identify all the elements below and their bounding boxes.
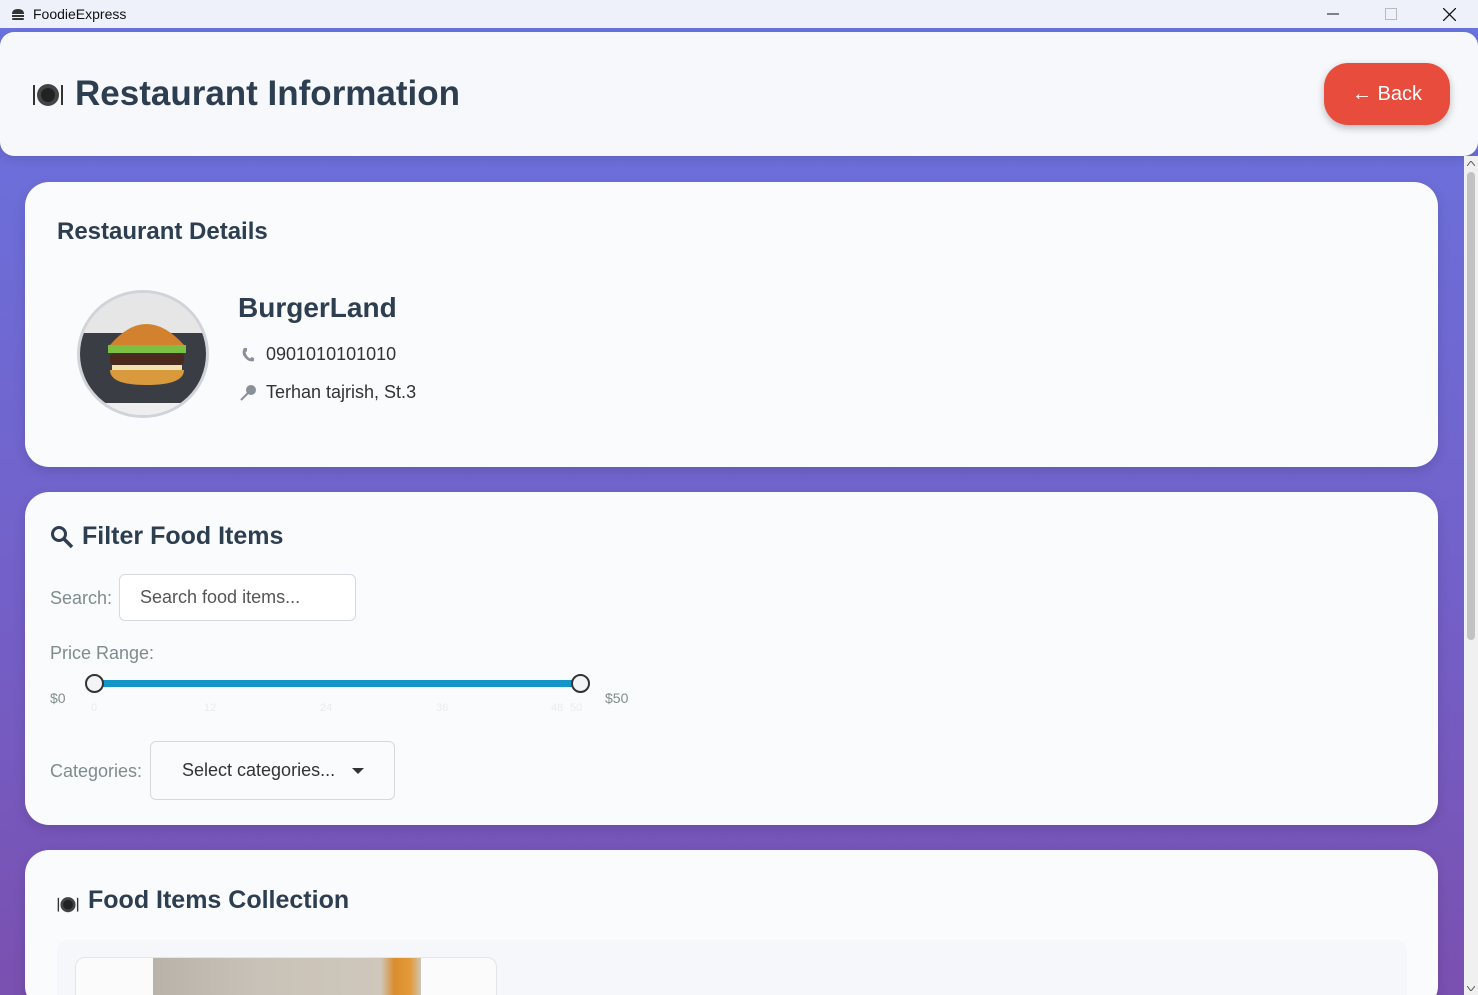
page-title: Restaurant Information (75, 74, 461, 113)
food-items-card: Food Items Collection (25, 850, 1438, 995)
close-icon (1442, 7, 1456, 21)
window-titlebar: FoodieExpress (0, 0, 1478, 28)
restaurant-address: Terhan tajrish, St.3 (266, 382, 417, 402)
scroll-down-arrow-icon[interactable] (1464, 981, 1478, 995)
slider-tick-label: 24 (320, 702, 333, 714)
location-pin-icon (239, 384, 257, 402)
magnifier-icon (50, 525, 74, 549)
items-section-title: Food Items Collection (88, 886, 350, 914)
price-range-label: Price Range: (50, 643, 155, 663)
minimize-button[interactable] (1304, 0, 1362, 28)
page-header: Restaurant Information ← Back (0, 32, 1478, 156)
price-max-label: $50 (605, 690, 629, 706)
price-min-handle[interactable] (85, 674, 104, 693)
phone-icon (239, 346, 257, 364)
restaurant-phone: 0901010101010 (266, 344, 397, 364)
categories-select[interactable]: Select categories... (150, 741, 395, 800)
window-controls (1304, 0, 1478, 28)
filter-card: Filter Food Items Search: Price Range: $… (25, 492, 1438, 825)
details-section-title: Restaurant Details (57, 218, 268, 245)
chevron-down-icon (352, 768, 364, 774)
food-item-card[interactable] (75, 957, 497, 995)
phone-row: 0901010101010 (239, 344, 396, 365)
burger-image (80, 293, 206, 415)
maximize-button[interactable] (1362, 0, 1420, 28)
scroll-thumb[interactable] (1467, 172, 1475, 640)
categories-select-value: Select categories... (182, 760, 336, 780)
burger-icon (11, 7, 25, 21)
slider-tick-label: 12 (204, 702, 217, 714)
restaurant-details-card: Restaurant Details BurgerLand 0901010101… (25, 182, 1438, 467)
minimize-icon (1327, 13, 1339, 15)
restaurant-name: BurgerLand (238, 292, 397, 323)
search-label: Search: (50, 588, 113, 608)
filter-section-title-group: Filter Food Items (50, 522, 283, 551)
page-title-group: Restaurant Information (32, 74, 460, 114)
vertical-scrollbar[interactable] (1464, 156, 1478, 995)
price-max-handle[interactable] (571, 674, 590, 693)
slider-tick-label: 36 (436, 702, 449, 714)
food-item-image (153, 958, 421, 995)
categories-label: Categories: (50, 761, 143, 781)
app-title: FoodieExpress (33, 6, 127, 22)
close-button[interactable] (1420, 0, 1478, 28)
restaurant-avatar (77, 290, 209, 418)
maximize-icon (1385, 8, 1397, 20)
price-min-label: $0 (50, 690, 66, 706)
slider-tick-label: 0 (91, 702, 98, 714)
address-row: Terhan tajrish, St.3 (239, 382, 416, 403)
back-button[interactable]: ← Back (1324, 63, 1450, 125)
plate-icon (57, 889, 81, 913)
filter-section-title: Filter Food Items (82, 522, 284, 550)
price-range-slider-track[interactable] (95, 680, 581, 687)
slider-tick-label: 50 (570, 702, 583, 714)
slider-tick-label: 48 (551, 702, 564, 714)
search-input[interactable] (119, 574, 356, 621)
scroll-up-arrow-icon[interactable] (1464, 156, 1478, 170)
plate-icon (32, 78, 64, 110)
items-section-title-group: Food Items Collection (57, 886, 349, 915)
